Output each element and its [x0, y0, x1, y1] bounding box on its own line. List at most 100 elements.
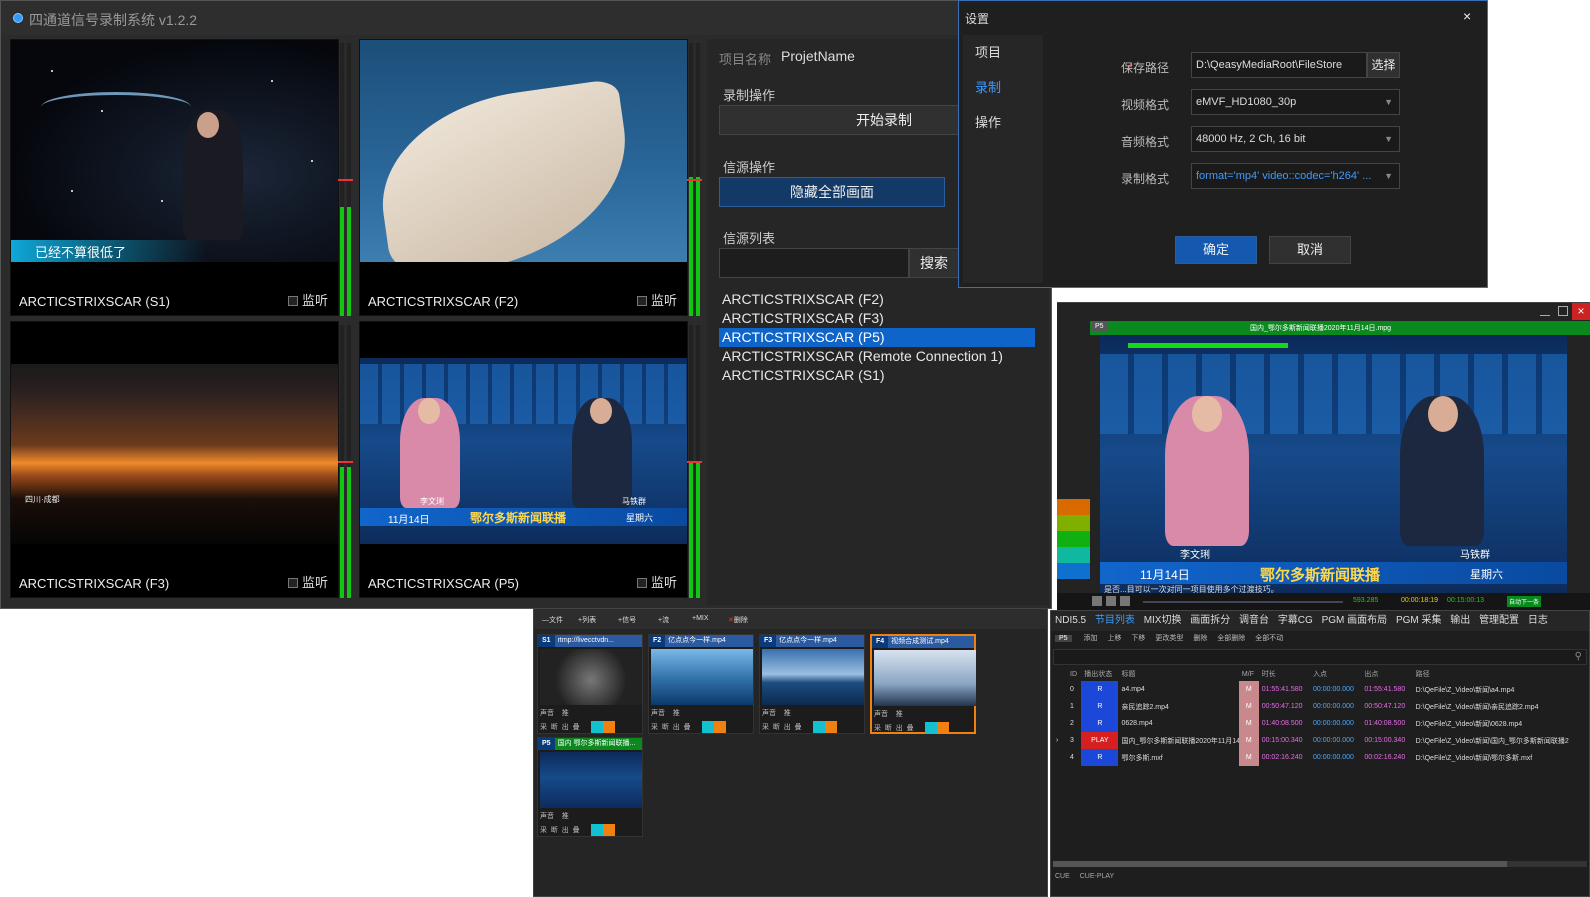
clip-card[interactable]: S1 rtmp://livecctvdn... 声音 推 采 断 出 叠 [537, 634, 643, 734]
clip-card-active[interactable]: F4 视频合成测试.mp4 声音 推 采 断 出 叠 [870, 634, 976, 734]
auto-next-badge[interactable]: 自动下一条 [1507, 596, 1542, 607]
source-item[interactable]: ARCTICSTRIXSCAR (Remote Connection 1) [719, 347, 1035, 366]
change-type-button[interactable]: 更改类型 [1155, 635, 1183, 642]
blue-tag[interactable] [591, 721, 604, 733]
blue-tag[interactable] [591, 824, 604, 836]
add-button[interactable]: 添加 [1084, 635, 1098, 642]
orange-tag[interactable] [603, 721, 616, 733]
nav-operation[interactable]: 操作 [963, 105, 1043, 140]
clip-card[interactable]: P5 国内 鄂尔多斯新闻联播... 声音 推 采 断 出 叠 [537, 737, 643, 837]
tab-log[interactable]: 日志 [1528, 615, 1548, 626]
playlist-search[interactable]: ⚲ [1053, 649, 1587, 665]
tab-playlist[interactable]: 节目列表 [1095, 615, 1135, 626]
nav-project[interactable]: 项目 [963, 35, 1043, 70]
orange-tag[interactable] [825, 721, 838, 733]
tab-pgm-layout[interactable]: PGM 画面布局 [1322, 615, 1388, 626]
table-row[interactable]: 4 R 鄂尔多斯.mxf M 00:02:16.240 00:00:00.000 00:02… [1053, 749, 1587, 766]
ok-button[interactable]: 确定 [1175, 236, 1257, 264]
cut-toggle[interactable]: 断 [551, 827, 558, 834]
overlay-toggle[interactable]: 叠 [684, 724, 691, 731]
clip-card[interactable]: F2 亿点点今一样.mp4 声音 推 采 断 出 叠 [648, 634, 754, 734]
horizontal-scrollbar[interactable] [1053, 861, 1587, 867]
minimize-icon[interactable] [1540, 306, 1550, 316]
table-row[interactable]: 0 Ra4.mp4 M 01:55:41.580 00:00:00.000 01:55:4… [1053, 681, 1587, 698]
capture-toggle[interactable]: 采 [874, 725, 881, 732]
pause-icon[interactable] [1092, 596, 1102, 606]
stream-button[interactable]: +流 [658, 615, 669, 625]
search-button[interactable]: 搜索 [909, 248, 959, 278]
prev-icon[interactable] [1106, 596, 1116, 606]
delete-all-button[interactable]: 全部删除 [1217, 635, 1245, 642]
capture-toggle[interactable]: 采 [762, 724, 769, 731]
overlay-toggle[interactable]: 叠 [907, 725, 914, 732]
source-item[interactable]: ARCTICSTRIXSCAR (S1) [719, 366, 1035, 385]
out-toggle[interactable]: 出 [562, 827, 569, 834]
tab-config[interactable]: 管理配置 [1479, 615, 1519, 626]
source-cell-s1[interactable]: 已经不算很低了 ARCTICSTRIXSCAR (S1) 监听 [10, 39, 339, 316]
out-toggle[interactable]: 出 [673, 724, 680, 731]
capture-toggle[interactable]: 采 [651, 724, 658, 731]
orange-tag[interactable] [603, 824, 616, 836]
audio-format-select[interactable]: 48000 Hz, 2 Ch, 16 bit ▼ [1191, 126, 1400, 152]
list-button[interactable]: +列表 [578, 615, 596, 625]
capture-toggle[interactable]: 采 [540, 724, 547, 731]
move-up-button[interactable]: 上移 [1107, 635, 1121, 642]
cue-play-button[interactable]: CUE-PLAY [1080, 873, 1115, 880]
monitor-checkbox[interactable]: 监听 [636, 572, 677, 591]
tab-cg[interactable]: 字幕CG [1278, 615, 1313, 626]
nav-record[interactable]: 录制 [963, 70, 1043, 105]
delete-button[interactable]: ✕删除 [728, 615, 748, 625]
signal-button[interactable]: +信号 [618, 615, 636, 625]
tab-output[interactable]: 输出 [1450, 615, 1470, 626]
overlay-toggle[interactable]: 叠 [795, 724, 802, 731]
table-row[interactable]: 2 R 0628.mp4 M 01:40:08.500 00:00:00.000 01:40… [1053, 715, 1587, 732]
clip-card[interactable]: F3 亿点点今一样.mp4 声音 推 采 断 出 叠 [759, 634, 865, 734]
file-button[interactable]: —文件 [542, 615, 563, 625]
overlay-toggle[interactable]: 叠 [573, 827, 580, 834]
source-item[interactable]: ARCTICSTRIXSCAR (F3) [719, 309, 1035, 328]
move-down-button[interactable]: 下移 [1131, 635, 1145, 642]
tab-split[interactable]: 画面拆分 [1190, 615, 1230, 626]
mix-button[interactable]: +MIX [692, 615, 709, 622]
source-cell-f2[interactable]: ARCTICSTRIXSCAR (F2) 监听 [359, 39, 688, 316]
cut-toggle[interactable]: 断 [551, 724, 558, 731]
video-format-select[interactable]: eMVF_HD1080_30p ▼ [1191, 89, 1400, 115]
blue-tag[interactable] [813, 721, 826, 733]
monitor-checkbox[interactable]: 监听 [287, 572, 328, 591]
cut-toggle[interactable]: 断 [885, 725, 892, 732]
next-icon[interactable] [1120, 596, 1130, 606]
source-item[interactable]: ARCTICSTRIXSCAR (F2) [719, 290, 1035, 309]
orange-tag[interactable] [937, 722, 950, 734]
hide-all-button[interactable]: 隐藏全部画面 [719, 177, 945, 207]
search-input[interactable] [719, 248, 909, 278]
out-toggle[interactable]: 出 [784, 724, 791, 731]
close-icon[interactable]: × [1463, 8, 1471, 24]
seek-track[interactable] [1143, 601, 1343, 603]
monitor-checkbox[interactable]: 监听 [287, 290, 328, 309]
choose-path-button[interactable]: 选择 [1367, 52, 1400, 78]
source-cell-p5[interactable]: 李文琍 马铁群 11月14日 鄂尔多斯新闻联播 星期六 ARCTICSTRIXS… [359, 321, 688, 598]
orange-tag[interactable] [714, 721, 727, 733]
delete-button[interactable]: 删除 [1193, 635, 1207, 642]
cancel-button[interactable]: 取消 [1269, 236, 1351, 264]
table-row[interactable]: 1 R 亲民追踪2.mp4 M 00:50:47.120 00:00:00.000 00:5… [1053, 698, 1587, 715]
source-item-selected[interactable]: ARCTICSTRIXSCAR (P5) [719, 328, 1035, 347]
maximize-icon[interactable] [1558, 306, 1568, 316]
cue-button[interactable]: CUE [1055, 873, 1070, 880]
record-format-select[interactable]: format='mp4' video::codec='h264' ... ▼ [1191, 163, 1400, 189]
tab-pgm-capture[interactable]: PGM 采集 [1396, 615, 1442, 626]
out-toggle[interactable]: 出 [896, 725, 903, 732]
capture-toggle[interactable]: 采 [540, 827, 547, 834]
tab-mixer[interactable]: 调音台 [1239, 615, 1269, 626]
tab-mix[interactable]: MIX切换 [1144, 615, 1182, 626]
blue-tag[interactable] [925, 722, 938, 734]
tab-ndi[interactable]: NDI5.5 [1055, 615, 1086, 626]
overlay-toggle[interactable]: 叠 [573, 724, 580, 731]
cut-toggle[interactable]: 断 [773, 724, 780, 731]
table-row-playing[interactable]: ›3PLAY国内_鄂尔多斯新闻联播2020年11月14日.mpgM00:15:0… [1053, 732, 1587, 749]
out-toggle[interactable]: 出 [562, 724, 569, 731]
source-cell-f3[interactable]: 四川·成都 ARCTICSTRIXSCAR (F3) 监听 [10, 321, 339, 598]
cut-toggle[interactable]: 断 [662, 724, 669, 731]
close-icon[interactable]: × [1572, 303, 1590, 320]
all-static-button[interactable]: 全部不动 [1255, 635, 1283, 642]
